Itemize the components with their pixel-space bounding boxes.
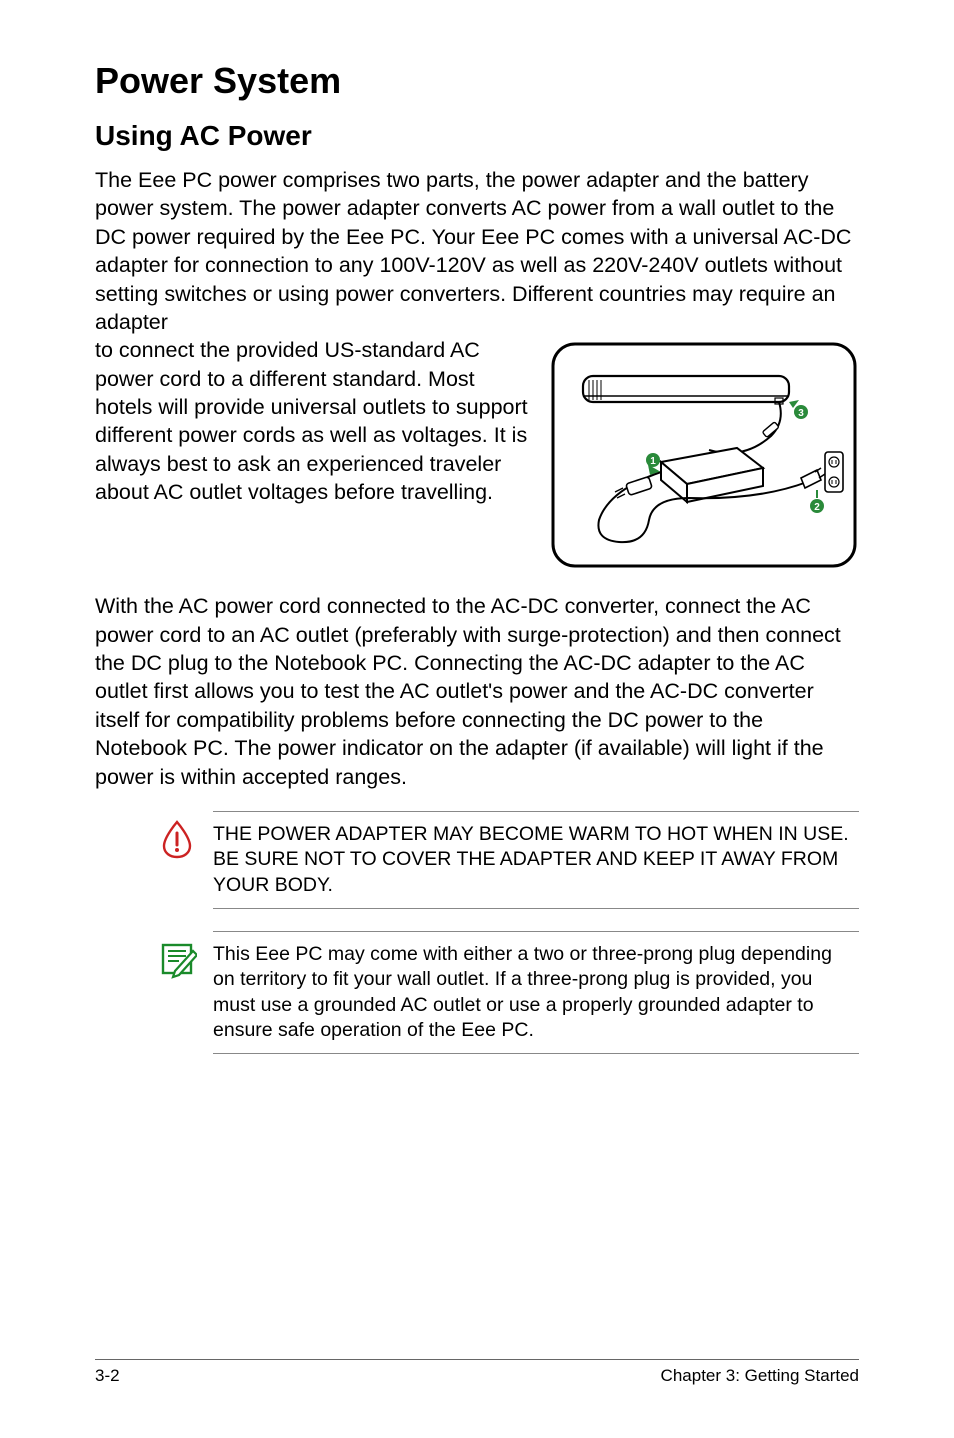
page-footer: 3-2 Chapter 3: Getting Started: [95, 1359, 859, 1386]
body-paragraph-1a: The Eee PC power comprises two parts, th…: [95, 166, 859, 336]
warning-text: THE POWER ADAPTER MAY BECOME WARM TO HOT…: [213, 811, 859, 909]
adapter-brick-icon: [661, 448, 763, 502]
heading-power-system: Power System: [95, 60, 859, 102]
note-text: This Eee PC may come with either a two o…: [213, 931, 859, 1054]
svg-text:1: 1: [650, 456, 656, 467]
power-adapter-diagram: 1 3 2: [549, 340, 859, 570]
page-number: 3-2: [95, 1366, 120, 1386]
wall-outlet-icon: [825, 452, 843, 492]
body-paragraph-1b-wrap: 1 3 2 to connect the provided US-standar…: [95, 336, 859, 570]
svg-text:3: 3: [798, 408, 804, 419]
ac-plug-icon: [801, 468, 825, 488]
warning-icon: [157, 811, 213, 864]
heading-using-ac-power: Using AC Power: [95, 120, 859, 152]
body-paragraph-1b: to connect the provided US-standard AC p…: [95, 338, 528, 504]
laptop-icon: [583, 376, 789, 404]
svg-text:2: 2: [814, 502, 820, 513]
warning-callout: THE POWER ADAPTER MAY BECOME WARM TO HOT…: [157, 811, 859, 909]
cord-plug-icon: [615, 477, 652, 498]
marker-3: 3: [789, 400, 808, 419]
note-icon: [157, 931, 213, 984]
body-paragraph-2: With the AC power cord connected to the …: [95, 592, 859, 791]
marker-2: 2: [810, 490, 824, 513]
note-callout: This Eee PC may come with either a two o…: [157, 931, 859, 1054]
chapter-label: Chapter 3: Getting Started: [661, 1366, 859, 1386]
